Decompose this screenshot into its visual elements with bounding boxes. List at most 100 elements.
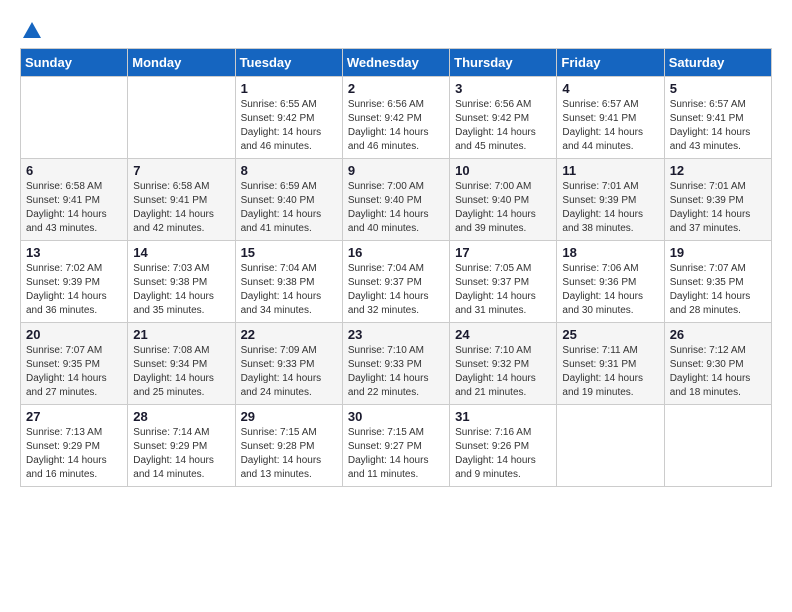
day-info: Sunrise: 6:58 AM Sunset: 9:41 PM Dayligh… <box>133 180 229 236</box>
day-info: Sunrise: 6:57 AM Sunset: 9:41 PM Dayligh… <box>670 98 766 154</box>
header-friday: Friday <box>557 49 664 77</box>
calendar-cell: 28 Sunrise: 7:14 AM Sunset: 9:29 PM Dayli… <box>128 405 235 487</box>
calendar-cell: 16 Sunrise: 7:04 AM Sunset: 9:37 PM Dayli… <box>342 241 449 323</box>
day-info: Sunrise: 7:11 AM Sunset: 9:31 PM Dayligh… <box>562 344 658 400</box>
day-number: 21 <box>133 327 229 342</box>
calendar-cell: 1Sunrise: 6:55 AM Sunset: 9:42 PM Daylig… <box>235 77 342 159</box>
calendar-table: SundayMondayTuesdayWednesdayThursdayFrid… <box>20 48 772 487</box>
day-number: 30 <box>348 409 444 424</box>
day-number: 13 <box>26 245 122 260</box>
day-info: Sunrise: 7:00 AM Sunset: 9:40 PM Dayligh… <box>455 180 551 236</box>
calendar-cell: 7 Sunrise: 6:58 AM Sunset: 9:41 PM Daylig… <box>128 159 235 241</box>
header-saturday: Saturday <box>664 49 771 77</box>
day-number: 18 <box>562 245 658 260</box>
calendar-cell: 15 Sunrise: 7:04 AM Sunset: 9:38 PM Dayli… <box>235 241 342 323</box>
day-number: 22 <box>241 327 337 342</box>
day-info: Sunrise: 6:58 AM Sunset: 9:41 PM Dayligh… <box>26 180 122 236</box>
calendar-cell: 5 Sunrise: 6:57 AM Sunset: 9:41 PM Daylig… <box>664 77 771 159</box>
day-number: 27 <box>26 409 122 424</box>
day-info: Sunrise: 7:15 AM Sunset: 9:28 PM Dayligh… <box>241 426 337 482</box>
day-info: Sunrise: 7:04 AM Sunset: 9:38 PM Dayligh… <box>241 262 337 318</box>
calendar-cell: 26 Sunrise: 7:12 AM Sunset: 9:30 PM Dayli… <box>664 323 771 405</box>
calendar-cell: 30 Sunrise: 7:15 AM Sunset: 9:27 PM Dayli… <box>342 405 449 487</box>
calendar-cell: 14Sunrise: 7:03 AM Sunset: 9:38 PM Dayli… <box>128 241 235 323</box>
day-info: Sunrise: 6:59 AM Sunset: 9:40 PM Dayligh… <box>241 180 337 236</box>
day-number: 24 <box>455 327 551 342</box>
header-thursday: Thursday <box>450 49 557 77</box>
day-number: 3 <box>455 81 551 96</box>
day-info: Sunrise: 7:09 AM Sunset: 9:33 PM Dayligh… <box>241 344 337 400</box>
day-info: Sunrise: 7:07 AM Sunset: 9:35 PM Dayligh… <box>670 262 766 318</box>
day-number: 26 <box>670 327 766 342</box>
day-number: 23 <box>348 327 444 342</box>
day-number: 12 <box>670 163 766 178</box>
header-tuesday: Tuesday <box>235 49 342 77</box>
calendar-week-1: 1Sunrise: 6:55 AM Sunset: 9:42 PM Daylig… <box>21 77 772 159</box>
day-number: 16 <box>348 245 444 260</box>
calendar-cell: 13 Sunrise: 7:02 AM Sunset: 9:39 PM Dayli… <box>21 241 128 323</box>
calendar-cell: 18Sunrise: 7:06 AM Sunset: 9:36 PM Dayli… <box>557 241 664 323</box>
day-info: Sunrise: 7:05 AM Sunset: 9:37 PM Dayligh… <box>455 262 551 318</box>
day-info: Sunrise: 7:12 AM Sunset: 9:30 PM Dayligh… <box>670 344 766 400</box>
calendar-cell: 27 Sunrise: 7:13 AM Sunset: 9:29 PM Dayli… <box>21 405 128 487</box>
calendar-cell: 19 Sunrise: 7:07 AM Sunset: 9:35 PM Dayli… <box>664 241 771 323</box>
day-info: Sunrise: 7:10 AM Sunset: 9:32 PM Dayligh… <box>455 344 551 400</box>
day-number: 11 <box>562 163 658 178</box>
calendar-cell <box>664 405 771 487</box>
day-number: 4 <box>562 81 658 96</box>
day-number: 20 <box>26 327 122 342</box>
day-info: Sunrise: 7:00 AM Sunset: 9:40 PM Dayligh… <box>348 180 444 236</box>
day-info: Sunrise: 7:13 AM Sunset: 9:29 PM Dayligh… <box>26 426 122 482</box>
calendar-cell: 21 Sunrise: 7:08 AM Sunset: 9:34 PM Dayli… <box>128 323 235 405</box>
calendar-week-5: 27 Sunrise: 7:13 AM Sunset: 9:29 PM Dayli… <box>21 405 772 487</box>
day-info: Sunrise: 6:55 AM Sunset: 9:42 PM Dayligh… <box>241 98 337 154</box>
day-info: Sunrise: 7:14 AM Sunset: 9:29 PM Dayligh… <box>133 426 229 482</box>
calendar-cell: 25 Sunrise: 7:11 AM Sunset: 9:31 PM Dayli… <box>557 323 664 405</box>
day-info: Sunrise: 7:16 AM Sunset: 9:26 PM Dayligh… <box>455 426 551 482</box>
calendar-week-3: 13 Sunrise: 7:02 AM Sunset: 9:39 PM Dayli… <box>21 241 772 323</box>
calendar-cell: 12 Sunrise: 7:01 AM Sunset: 9:39 PM Dayli… <box>664 159 771 241</box>
day-info: Sunrise: 7:08 AM Sunset: 9:34 PM Dayligh… <box>133 344 229 400</box>
logo <box>20 20 44 38</box>
calendar-cell: 29 Sunrise: 7:15 AM Sunset: 9:28 PM Dayli… <box>235 405 342 487</box>
day-number: 31 <box>455 409 551 424</box>
day-info: Sunrise: 7:04 AM Sunset: 9:37 PM Dayligh… <box>348 262 444 318</box>
day-info: Sunrise: 7:07 AM Sunset: 9:35 PM Dayligh… <box>26 344 122 400</box>
header-wednesday: Wednesday <box>342 49 449 77</box>
day-number: 8 <box>241 163 337 178</box>
day-info: Sunrise: 7:15 AM Sunset: 9:27 PM Dayligh… <box>348 426 444 482</box>
day-info: Sunrise: 7:10 AM Sunset: 9:33 PM Dayligh… <box>348 344 444 400</box>
day-number: 29 <box>241 409 337 424</box>
day-number: 7 <box>133 163 229 178</box>
calendar-cell: 9 Sunrise: 7:00 AM Sunset: 9:40 PM Daylig… <box>342 159 449 241</box>
calendar-cell <box>557 405 664 487</box>
calendar-cell: 31 Sunrise: 7:16 AM Sunset: 9:26 PM Dayli… <box>450 405 557 487</box>
day-info: Sunrise: 7:03 AM Sunset: 9:38 PM Dayligh… <box>133 262 229 318</box>
calendar-cell: 10Sunrise: 7:00 AM Sunset: 9:40 PM Dayli… <box>450 159 557 241</box>
day-number: 5 <box>670 81 766 96</box>
calendar-header-row: SundayMondayTuesdayWednesdayThursdayFrid… <box>21 49 772 77</box>
day-number: 28 <box>133 409 229 424</box>
day-info: Sunrise: 6:57 AM Sunset: 9:41 PM Dayligh… <box>562 98 658 154</box>
day-info: Sunrise: 6:56 AM Sunset: 9:42 PM Dayligh… <box>455 98 551 154</box>
day-number: 17 <box>455 245 551 260</box>
calendar-cell <box>21 77 128 159</box>
calendar-cell: 20 Sunrise: 7:07 AM Sunset: 9:35 PM Dayli… <box>21 323 128 405</box>
day-number: 25 <box>562 327 658 342</box>
day-info: Sunrise: 7:01 AM Sunset: 9:39 PM Dayligh… <box>562 180 658 236</box>
day-number: 6 <box>26 163 122 178</box>
header <box>20 20 772 38</box>
day-number: 19 <box>670 245 766 260</box>
calendar-cell: 11 Sunrise: 7:01 AM Sunset: 9:39 PM Dayli… <box>557 159 664 241</box>
day-number: 2 <box>348 81 444 96</box>
calendar-cell: 2 Sunrise: 6:56 AM Sunset: 9:42 PM Daylig… <box>342 77 449 159</box>
day-info: Sunrise: 7:02 AM Sunset: 9:39 PM Dayligh… <box>26 262 122 318</box>
day-number: 9 <box>348 163 444 178</box>
calendar-cell: 8 Sunrise: 6:59 AM Sunset: 9:40 PM Daylig… <box>235 159 342 241</box>
calendar-week-4: 20 Sunrise: 7:07 AM Sunset: 9:35 PM Dayli… <box>21 323 772 405</box>
calendar-cell <box>128 77 235 159</box>
logo-icon <box>21 20 43 42</box>
day-info: Sunrise: 6:56 AM Sunset: 9:42 PM Dayligh… <box>348 98 444 154</box>
day-info: Sunrise: 7:01 AM Sunset: 9:39 PM Dayligh… <box>670 180 766 236</box>
day-number: 15 <box>241 245 337 260</box>
